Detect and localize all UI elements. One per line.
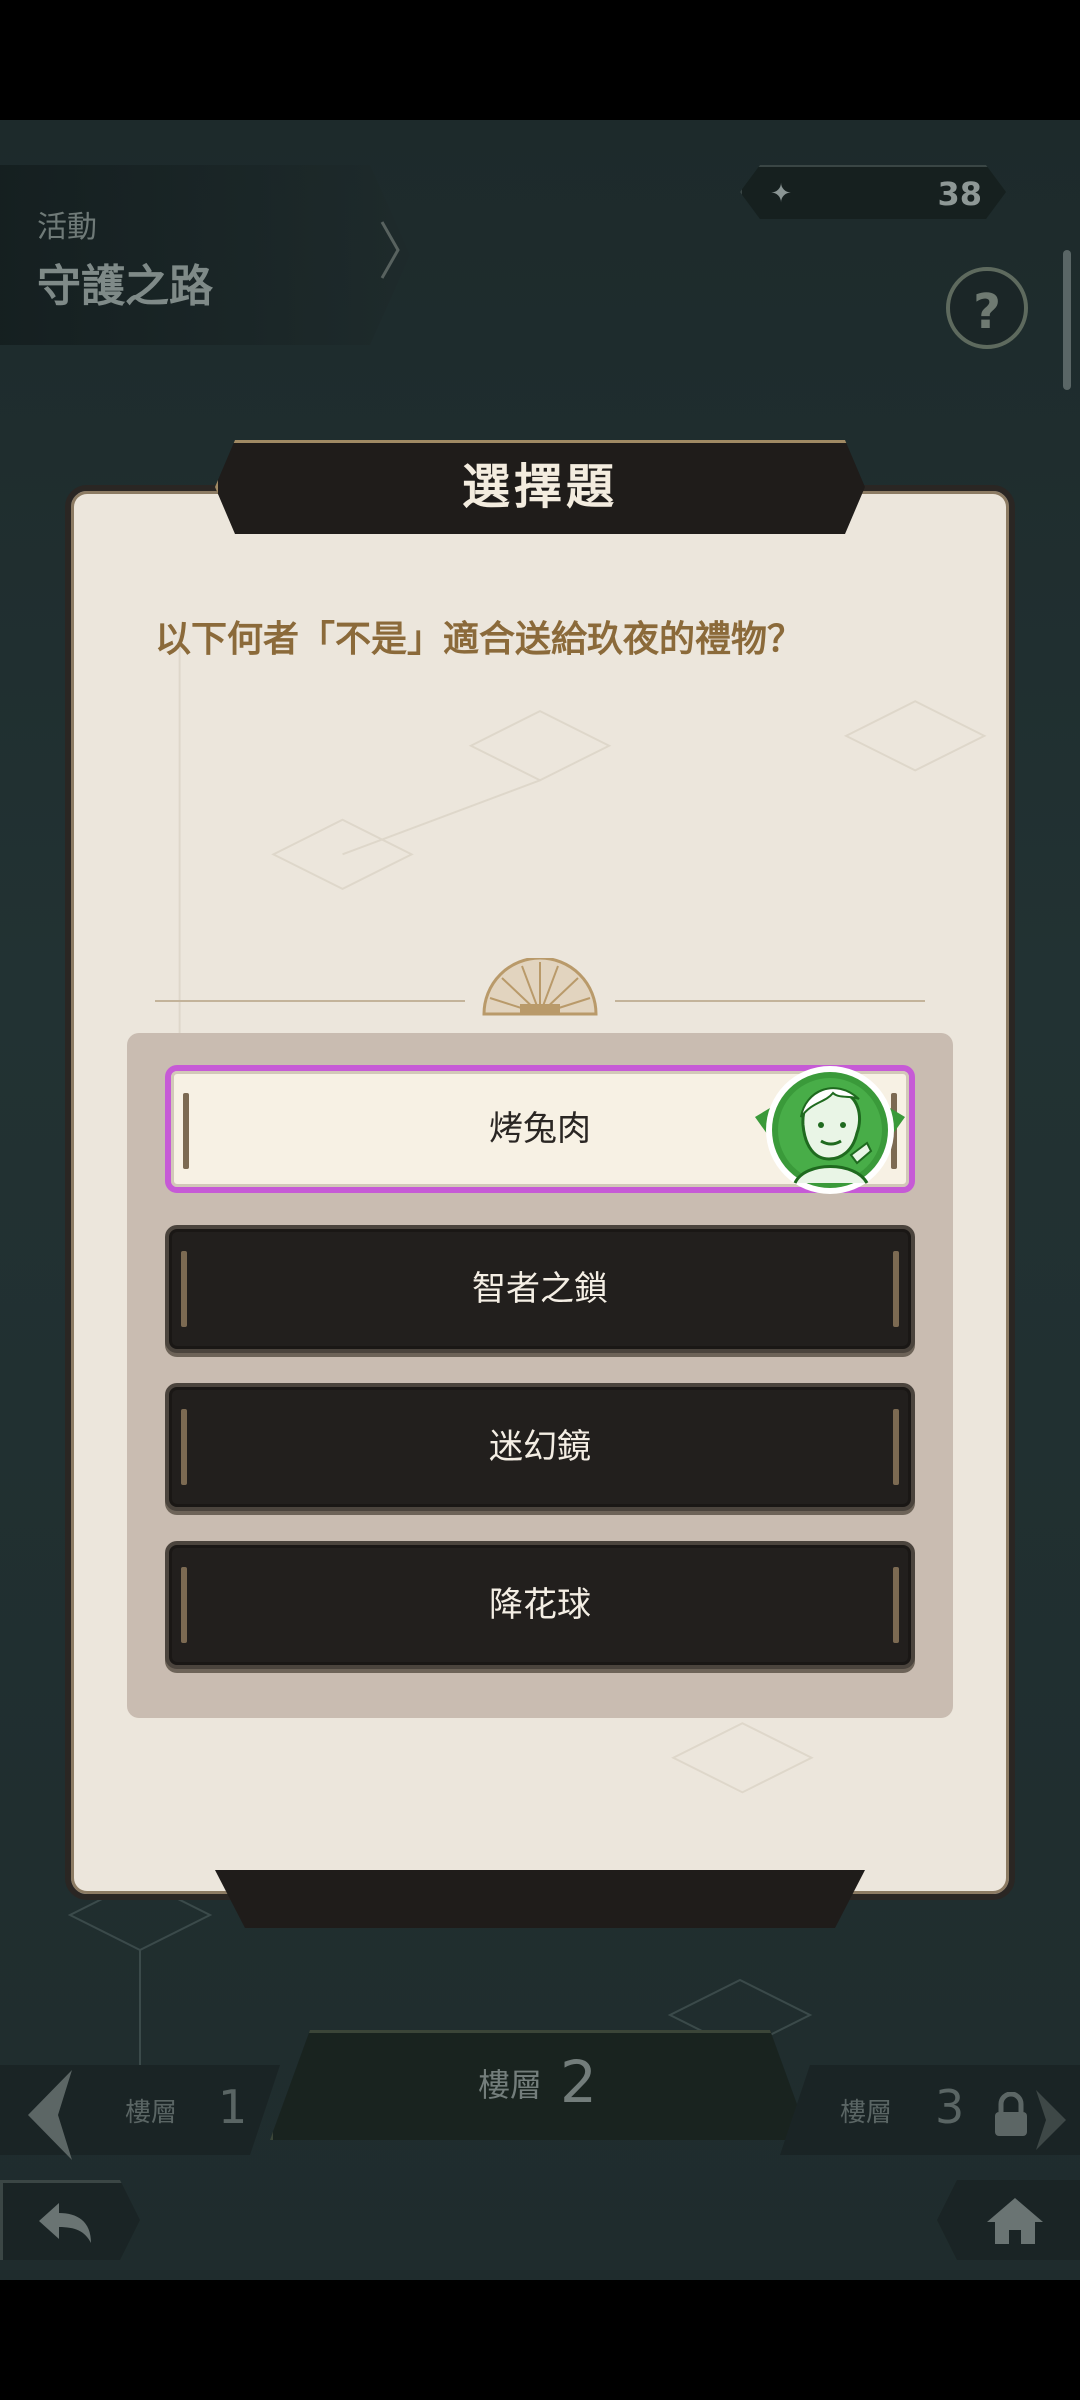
option-edge-right bbox=[893, 1567, 899, 1643]
option-edge-right bbox=[893, 1409, 899, 1485]
floor-next-label: 樓層 bbox=[840, 2098, 893, 2128]
help-button[interactable]: ? bbox=[946, 267, 1028, 349]
floor-current-label: 樓層 bbox=[478, 2066, 543, 2104]
option-edge-right bbox=[893, 1251, 899, 1327]
answer-option-3[interactable]: 迷幻鏡 bbox=[165, 1383, 915, 1511]
activity-title: 守護之路 bbox=[37, 261, 213, 312]
divider-line-right bbox=[615, 1000, 925, 1002]
divider-line-left bbox=[155, 1000, 465, 1002]
divider bbox=[155, 958, 925, 1016]
chevron-right-icon bbox=[380, 221, 400, 279]
home-button[interactable] bbox=[937, 2180, 1080, 2260]
dialog-title: 選擇題 bbox=[461, 459, 618, 515]
answer-option-label: 智者之鎖 bbox=[472, 1269, 608, 1309]
scrollbar[interactable] bbox=[1063, 250, 1071, 390]
question-text: 以下何者「不是」適合送給玖夜的禮物？ bbox=[155, 619, 804, 660]
back-arrow-icon bbox=[39, 2203, 91, 2243]
activity-label: 活動 bbox=[37, 210, 97, 245]
dialog-bottom-plate bbox=[215, 1870, 865, 1928]
floor-selector: 樓層 1 樓層 2 樓層 3 bbox=[0, 2030, 1080, 2160]
currency-counter: ✦ 38 bbox=[740, 165, 1006, 219]
answer-option-2[interactable]: 智者之鎖 bbox=[165, 1225, 915, 1353]
sprite-icon: ✦ bbox=[770, 179, 792, 209]
floor-current-tab bbox=[270, 2030, 810, 2140]
floor-next-tab[interactable] bbox=[780, 2065, 1080, 2155]
floor-prev-label: 樓層 bbox=[125, 2098, 178, 2128]
currency-value: 38 bbox=[937, 175, 982, 213]
character-avatar-icon bbox=[755, 1066, 905, 1194]
floor-prev-number: 1 bbox=[218, 2080, 248, 2134]
floor-next-number: 3 bbox=[935, 2080, 965, 2134]
lock-icon bbox=[995, 2092, 1027, 2136]
answer-option-label: 降花球 bbox=[489, 1585, 591, 1625]
arrow-right-icon[interactable] bbox=[1036, 2090, 1066, 2150]
floor-current-number: 2 bbox=[560, 2048, 597, 2116]
home-icon bbox=[987, 2198, 1043, 2244]
answer-option-4[interactable]: 降花球 bbox=[165, 1541, 915, 1669]
arrow-left-icon[interactable] bbox=[28, 2070, 74, 2160]
answer-option-label: 迷幻鏡 bbox=[489, 1427, 591, 1467]
fan-ornament-icon bbox=[482, 958, 598, 1016]
